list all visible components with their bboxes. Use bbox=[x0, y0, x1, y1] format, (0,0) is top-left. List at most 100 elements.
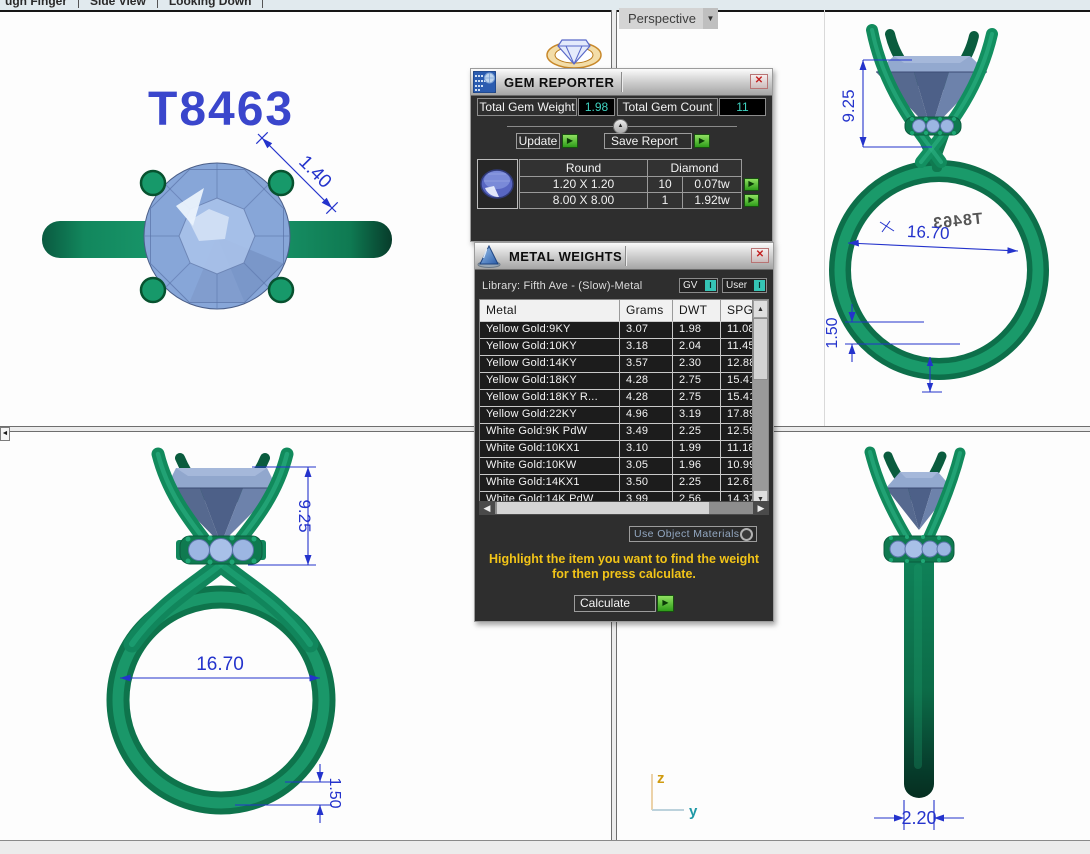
cell-grams: 4.28 bbox=[620, 373, 673, 389]
perspective-mini-render[interactable] bbox=[540, 30, 610, 72]
axis-indicator: z y bbox=[652, 770, 698, 820]
chevron-down-icon[interactable]: ▼ bbox=[703, 8, 718, 29]
svg-text:1.50: 1.50 bbox=[326, 777, 343, 808]
titlebar-divider bbox=[621, 72, 622, 92]
gem-row-go-button[interactable]: ▶ bbox=[744, 194, 759, 207]
scrollbar-thumb[interactable] bbox=[753, 318, 768, 380]
axis-z-label: z bbox=[657, 770, 665, 787]
close-icon[interactable]: ✕ bbox=[751, 248, 769, 263]
dialog-title: METAL WEIGHTS bbox=[509, 249, 622, 264]
total-gem-count-value: 11 bbox=[719, 98, 766, 116]
viewport-side-view[interactable]: T8463 9.25 16.70 1.50 bbox=[824, 10, 1090, 426]
update-go-button[interactable]: ▶ bbox=[562, 134, 578, 148]
table-row[interactable]: White Gold:14KX13.502.2512.61 bbox=[480, 474, 768, 491]
gem-row-size: 1.20 X 1.20 bbox=[519, 176, 648, 193]
table-row[interactable]: White Gold:9K PdW3.492.2512.59 bbox=[480, 423, 768, 440]
axis-y-label: y bbox=[689, 803, 698, 820]
cell-grams: 3.07 bbox=[620, 322, 673, 338]
table-row[interactable]: Yellow Gold:10KY3.182.0411.45 bbox=[480, 338, 768, 355]
gem-row-weight: 0.07tw bbox=[682, 176, 742, 193]
dimension-shank-width: 2.20 bbox=[874, 800, 964, 830]
table-row[interactable]: Yellow Gold:14KY3.572.3012.88 bbox=[480, 355, 768, 372]
cell-grams: 3.18 bbox=[620, 339, 673, 355]
table-row[interactable]: Yellow Gold:18KY4.282.7515.41 bbox=[480, 372, 768, 389]
gem-row-count: 10 bbox=[647, 176, 683, 193]
gv-toggle-button[interactable]: GV I bbox=[679, 278, 718, 293]
bottom-strip bbox=[0, 840, 1090, 854]
column-header-shape: Round bbox=[519, 159, 648, 177]
table-row[interactable]: Yellow Gold:22KY4.963.1917.89 bbox=[480, 406, 768, 423]
update-button[interactable]: Update bbox=[516, 133, 560, 149]
use-object-materials-label: Use Object Materials bbox=[630, 528, 740, 540]
table-row[interactable]: White Gold:10KW3.051.9610.99 bbox=[480, 457, 768, 474]
gem-reporter-icon bbox=[473, 71, 496, 93]
cell-metal: Yellow Gold:22KY bbox=[480, 407, 620, 423]
scroll-up-arrow[interactable]: ▲ bbox=[753, 300, 768, 318]
viewport-title-dropdown[interactable]: Perspective ▼ bbox=[619, 8, 718, 29]
table-row[interactable]: Yellow Gold:9KY3.071.9811.08 bbox=[480, 321, 768, 338]
horizontal-scrollbar[interactable]: ◀ ▶ bbox=[479, 501, 769, 515]
cell-grams: 4.96 bbox=[620, 407, 673, 423]
cell-dwt: 2.25 bbox=[673, 475, 721, 491]
save-report-button[interactable]: Save Report bbox=[604, 133, 692, 149]
dialog-title: GEM REPORTER bbox=[504, 75, 614, 90]
cell-metal: Yellow Gold:18KY bbox=[480, 373, 620, 389]
accent-gem-band bbox=[905, 117, 961, 135]
radio-indicator[interactable] bbox=[740, 528, 753, 541]
scrollbar-track[interactable] bbox=[495, 502, 753, 514]
gv-toggle-state: I bbox=[705, 280, 716, 291]
dimension-inner-diameter: 16.70 bbox=[120, 654, 320, 681]
cell-dwt: 2.25 bbox=[673, 424, 721, 440]
instruction-text: Highlight the item you want to find the … bbox=[475, 552, 773, 582]
user-toggle-state: I bbox=[754, 280, 765, 291]
cell-metal: Yellow Gold:10KY bbox=[480, 339, 620, 355]
tab-divider bbox=[157, 0, 158, 8]
splitter-collapse-arrow[interactable]: ◄ bbox=[0, 427, 10, 441]
scrollbar-track[interactable] bbox=[753, 318, 768, 490]
total-gem-weight-label: Total Gem Weight bbox=[477, 98, 577, 116]
cell-metal: White Gold:9K PdW bbox=[480, 424, 620, 440]
calculate-button[interactable]: Calculate bbox=[574, 595, 656, 612]
scrollbar-thumb[interactable] bbox=[497, 502, 709, 514]
accent-gem-band bbox=[176, 536, 266, 565]
table-row[interactable]: Yellow Gold:18KY R...4.282.7515.41 bbox=[480, 389, 768, 406]
cell-grams: 4.28 bbox=[620, 390, 673, 406]
vertical-splitter-right[interactable] bbox=[824, 10, 825, 426]
table-row[interactable]: White Gold:10KX13.101.9911.18 bbox=[480, 440, 768, 457]
collapse-toggle-button[interactable]: ▲ bbox=[613, 119, 628, 134]
scroll-right-arrow[interactable]: ▶ bbox=[753, 501, 769, 515]
column-header-grams: Grams bbox=[620, 300, 673, 321]
cell-metal: White Gold:14KX1 bbox=[480, 475, 620, 491]
gem-thumbnail bbox=[477, 159, 518, 209]
close-icon[interactable]: ✕ bbox=[750, 74, 768, 89]
gv-label: GV bbox=[680, 280, 700, 291]
use-object-materials-toggle[interactable]: Use Object Materials bbox=[629, 526, 757, 542]
library-label: Library: Fifth Ave - (Slow)-Metal bbox=[482, 280, 642, 292]
gem-row-size: 8.00 X 8.00 bbox=[519, 192, 648, 209]
tab-side-view[interactable]: Side View bbox=[90, 0, 146, 8]
model-number-label: T8463 bbox=[148, 83, 294, 136]
instruction-line-2: for then press calculate. bbox=[475, 567, 773, 582]
svg-text:1.50: 1.50 bbox=[824, 317, 841, 348]
application-window: ugh Finger Side View Looking Down T8463 bbox=[0, 0, 1090, 854]
total-gem-count-label: Total Gem Count bbox=[617, 98, 718, 116]
cell-dwt: 2.30 bbox=[673, 356, 721, 372]
tab-divider bbox=[78, 0, 79, 8]
cell-dwt: 2.75 bbox=[673, 373, 721, 389]
calculate-go-button[interactable]: ▶ bbox=[657, 595, 674, 612]
gem-reporter-titlebar[interactable]: GEM REPORTER ✕ bbox=[471, 69, 772, 96]
svg-text:2.20: 2.20 bbox=[901, 808, 936, 828]
save-report-go-button[interactable]: ▶ bbox=[694, 134, 710, 148]
tab-through-finger[interactable]: ugh Finger bbox=[5, 0, 67, 8]
metal-weights-titlebar[interactable]: METAL WEIGHTS ✕ bbox=[475, 243, 773, 270]
vertical-scrollbar[interactable]: ▲ ▼ bbox=[752, 300, 768, 508]
viewport-title-label: Perspective bbox=[628, 11, 696, 26]
gem-row-go-button[interactable]: ▶ bbox=[744, 178, 759, 191]
tab-looking-down[interactable]: Looking Down bbox=[169, 0, 252, 8]
dimension-inner-diameter: 16.70 bbox=[848, 222, 1018, 254]
user-toggle-button[interactable]: User I bbox=[722, 278, 767, 293]
scroll-left-arrow[interactable]: ◀ bbox=[479, 501, 495, 515]
cell-metal: White Gold:10KX1 bbox=[480, 441, 620, 457]
column-header-type: Diamond bbox=[647, 159, 742, 177]
cell-metal: Yellow Gold:18KY R... bbox=[480, 390, 620, 406]
